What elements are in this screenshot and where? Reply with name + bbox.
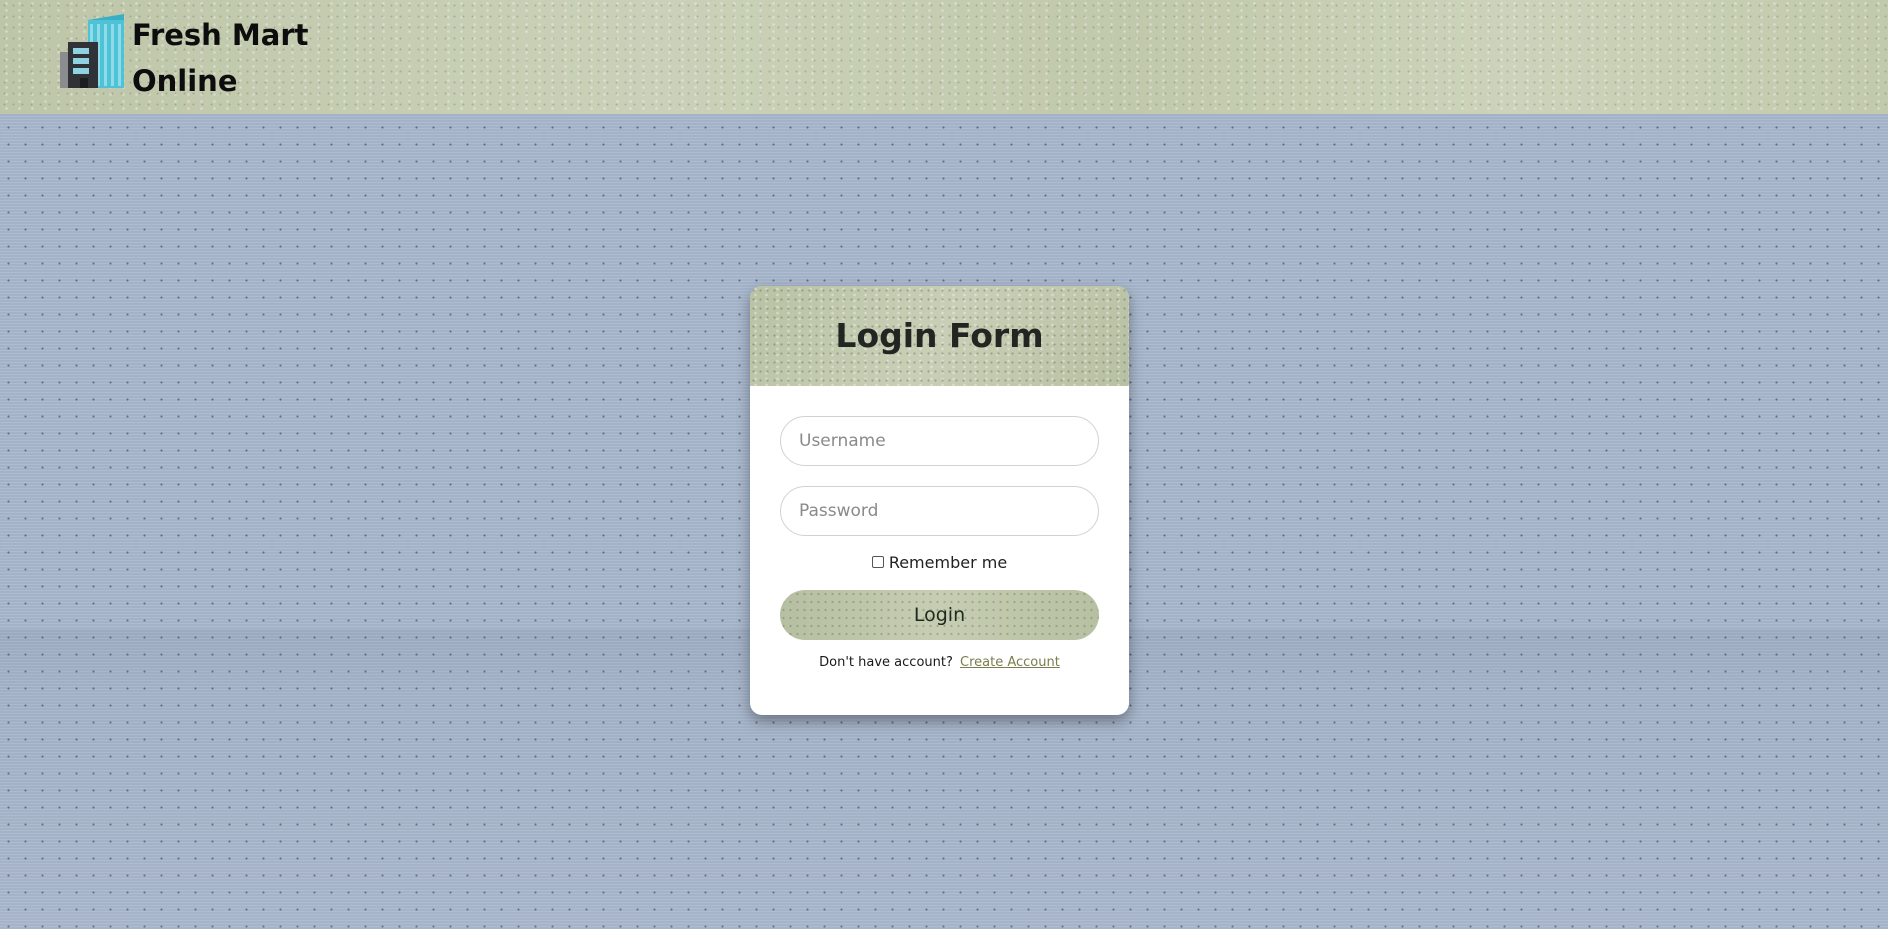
remember-me-label[interactable]: Remember me bbox=[889, 553, 1007, 572]
brand[interactable]: Fresh Mart Online bbox=[58, 12, 332, 104]
login-button[interactable]: Login bbox=[780, 590, 1099, 640]
site-header: Fresh Mart Online bbox=[0, 0, 1888, 114]
login-form-title: Login Form bbox=[835, 315, 1044, 355]
brand-line-1: Fresh Mart bbox=[132, 18, 309, 52]
login-form: Remember me Login Don't have account? Cr… bbox=[750, 386, 1129, 670]
signup-row: Don't have account? Create Account bbox=[780, 655, 1099, 670]
brand-name: Fresh Mart Online bbox=[132, 12, 332, 104]
building-icon bbox=[60, 14, 124, 88]
remember-me-checkbox[interactable] bbox=[871, 556, 884, 568]
password-input[interactable] bbox=[780, 486, 1099, 536]
username-input[interactable] bbox=[780, 416, 1099, 466]
remember-me-row[interactable]: Remember me bbox=[780, 552, 1099, 572]
create-account-link[interactable]: Create Account bbox=[960, 655, 1060, 670]
brand-line-2: Online bbox=[132, 64, 238, 98]
signup-prompt: Don't have account? bbox=[819, 655, 953, 670]
login-card: Login Form Remember me Login Don't have … bbox=[750, 286, 1129, 715]
login-card-header: Login Form bbox=[750, 286, 1129, 386]
